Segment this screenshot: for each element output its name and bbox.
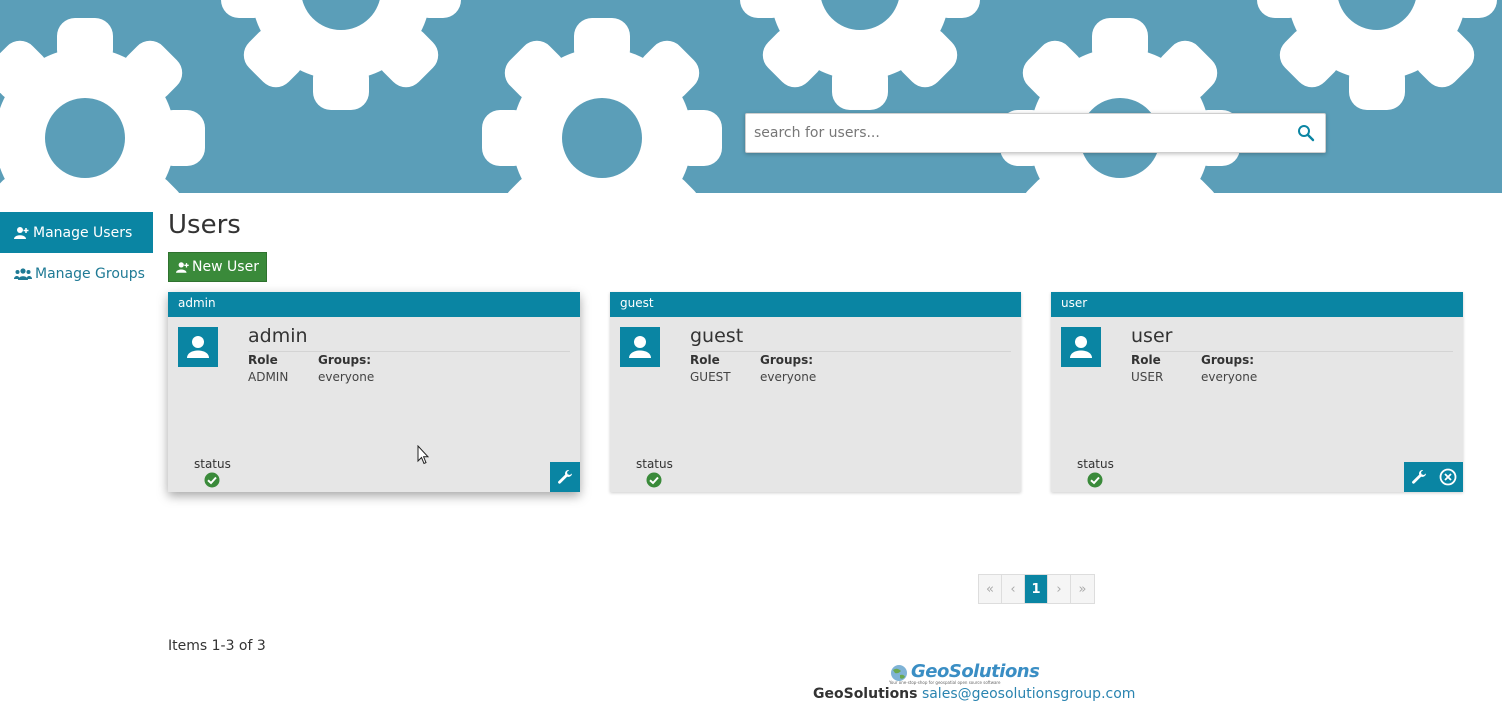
card-header: guest — [610, 292, 1021, 317]
role-value: USER — [1131, 370, 1164, 384]
groups-value: everyone — [318, 370, 375, 384]
role-label: Role — [1131, 353, 1161, 367]
groups-label: Groups: — [760, 353, 814, 367]
page-1-button[interactable]: 1 — [1025, 575, 1048, 603]
check-circle-icon — [646, 472, 662, 488]
groups-value: everyone — [1201, 370, 1258, 384]
user-name: guest — [690, 325, 1011, 352]
groups-label: Groups: — [1201, 353, 1255, 367]
sidebar-item-label: Manage Groups — [35, 265, 145, 282]
check-circle-icon — [204, 472, 220, 488]
sidebar-item-label: Manage Users — [33, 224, 133, 241]
edit-user-button[interactable] — [1404, 462, 1434, 492]
user-card-guest[interactable]: guest guest Role GUEST Groups: everyone … — [610, 292, 1021, 492]
user-card-admin[interactable]: admin admin Role ADMIN Groups: everyone … — [168, 292, 580, 492]
search-input[interactable] — [746, 114, 1286, 152]
footer-contact: GeoSolutions sales@geosolutionsgroup.com — [813, 686, 1135, 702]
user-search-box — [745, 113, 1326, 153]
prev-page-button[interactable]: ‹ — [1002, 575, 1025, 603]
items-count: Items 1-3 of 3 — [168, 638, 266, 654]
check-circle-icon — [1087, 472, 1103, 488]
user-card-user[interactable]: user user Role USER Groups: everyone sta… — [1051, 292, 1463, 492]
role-label: Role — [690, 353, 720, 367]
card-header: user — [1051, 292, 1463, 317]
status-label: status — [194, 457, 231, 471]
groups-label: Groups: — [318, 353, 372, 367]
sidebar: Manage Users Manage Groups — [0, 212, 153, 294]
page-title: Users — [168, 210, 241, 240]
wrench-icon — [558, 470, 572, 484]
groups-value: everyone — [760, 370, 817, 384]
role-label: Role — [248, 353, 278, 367]
delete-user-button[interactable] — [1433, 462, 1463, 492]
status-label: status — [1077, 457, 1114, 471]
logo-tagline: Your one-stop-shop for geospatial open s… — [889, 680, 1001, 685]
footer-company: GeoSolutions — [813, 686, 918, 702]
role-value: ADMIN — [248, 370, 289, 384]
group-icon — [14, 267, 32, 280]
close-circle-icon — [1439, 468, 1457, 486]
avatar — [178, 327, 218, 367]
user-avatar-icon — [187, 336, 209, 358]
edit-user-button[interactable] — [550, 462, 580, 492]
card-header: admin — [168, 292, 580, 317]
pagination: « ‹ 1 › » — [978, 574, 1095, 604]
new-user-label: New User — [192, 259, 259, 275]
user-name: admin — [248, 325, 570, 352]
user-avatar-icon — [1070, 336, 1092, 358]
search-icon[interactable] — [1297, 124, 1315, 142]
next-page-button[interactable]: › — [1048, 575, 1071, 603]
user-add-icon — [176, 261, 189, 273]
logo-text: GeoSolutions — [911, 661, 1040, 682]
user-name: user — [1131, 325, 1453, 352]
new-user-button[interactable]: New User — [168, 252, 267, 282]
status-label: status — [636, 457, 673, 471]
wrench-icon — [1412, 470, 1426, 484]
gear-pattern-background — [0, 0, 1502, 193]
user-avatar-icon — [629, 336, 651, 358]
footer-email-link[interactable]: sales@geosolutionsgroup.com — [922, 686, 1135, 702]
last-page-button[interactable]: » — [1071, 575, 1094, 603]
user-add-icon — [14, 226, 29, 239]
geosolutions-logo: GeoSolutions Your one-stop-shop for geos… — [889, 661, 1040, 686]
avatar — [1061, 327, 1101, 367]
mouse-pointer-icon — [417, 445, 429, 465]
header-banner — [0, 0, 1502, 193]
avatar — [620, 327, 660, 367]
sidebar-item-manage-groups[interactable]: Manage Groups — [0, 253, 153, 294]
first-page-button[interactable]: « — [979, 575, 1002, 603]
sidebar-item-manage-users[interactable]: Manage Users — [0, 212, 153, 253]
role-value: GUEST — [690, 370, 731, 384]
